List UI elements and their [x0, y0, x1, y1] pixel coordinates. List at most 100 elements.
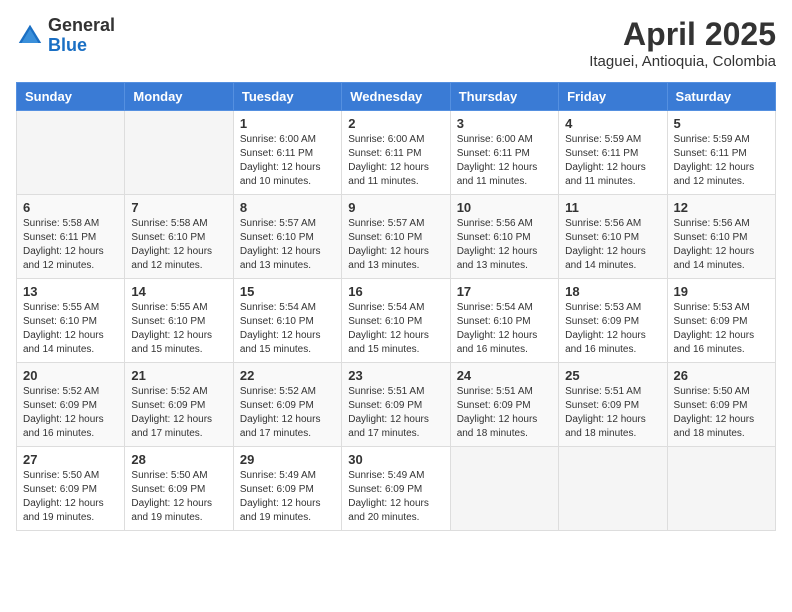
day-number: 29 [240, 452, 335, 467]
weekday-header-saturday: Saturday [667, 83, 775, 111]
day-cell: 16Sunrise: 5:54 AM Sunset: 6:10 PM Dayli… [342, 279, 450, 363]
day-info: Sunrise: 5:53 AM Sunset: 6:09 PM Dayligh… [565, 301, 660, 357]
day-info: Sunrise: 5:58 AM Sunset: 6:11 PM Dayligh… [23, 217, 118, 273]
day-cell [450, 447, 558, 531]
month-year: April 2025 [589, 16, 776, 53]
day-number: 7 [131, 200, 226, 215]
logo-blue-text: Blue [48, 35, 87, 55]
day-number: 19 [674, 284, 769, 299]
day-number: 14 [131, 284, 226, 299]
weekday-header-sunday: Sunday [17, 83, 125, 111]
day-info: Sunrise: 5:49 AM Sunset: 6:09 PM Dayligh… [240, 469, 335, 525]
day-cell: 24 Sunrise: 5:51 AM Sunset: 6:09 PM Dayli… [450, 363, 558, 447]
day-info: Sunrise: 5:52 AM Sunset: 6:09 PM Dayligh… [23, 385, 118, 441]
day-number: 5 [674, 116, 769, 131]
day-cell: 8 Sunrise: 5:57 AM Sunset: 6:10 PM Daylig… [233, 195, 341, 279]
day-number: 8 [240, 200, 335, 215]
day-info: Sunrise: 5:54 AM Sunset: 6:10 PM Dayligh… [457, 301, 552, 357]
day-cell: 9 Sunrise: 5:57 AM Sunset: 6:10 PM Daylig… [342, 195, 450, 279]
day-info: Sunrise: 5:55 AM Sunset: 6:10 PM Dayligh… [23, 301, 118, 357]
day-cell: 18 Sunrise: 5:53 AM Sunset: 6:09 PM Dayli… [559, 279, 667, 363]
day-cell [17, 111, 125, 195]
day-number: 4 [565, 116, 660, 131]
day-cell: 10Sunrise: 5:56 AM Sunset: 6:10 PM Dayli… [450, 195, 558, 279]
week-row-3: 13 Sunrise: 5:55 AM Sunset: 6:10 PM Dayli… [17, 279, 776, 363]
day-info: Sunrise: 5:51 AM Sunset: 6:09 PM Dayligh… [565, 385, 660, 441]
day-info: Sunrise: 5:59 AM Sunset: 6:11 PM Dayligh… [565, 133, 660, 189]
day-info: Sunrise: 6:00 AM Sunset: 6:11 PM Dayligh… [240, 133, 335, 189]
weekday-header-row: SundayMondayTuesdayWednesdayThursdayFrid… [17, 83, 776, 111]
day-number: 25 [565, 368, 660, 383]
day-number: 11 [565, 200, 660, 215]
location: Itaguei, Antioquia, Colombia [589, 53, 776, 70]
day-cell: 23 Sunrise: 5:51 AM Sunset: 6:09 PM Dayli… [342, 363, 450, 447]
day-info: Sunrise: 5:57 AM Sunset: 6:10 PM Dayligh… [348, 217, 443, 273]
day-cell: 7 Sunrise: 5:58 AM Sunset: 6:10 PM Daylig… [125, 195, 233, 279]
day-info: Sunrise: 5:53 AM Sunset: 6:09 PM Dayligh… [674, 301, 769, 357]
day-cell [667, 447, 775, 531]
day-number: 1 [240, 116, 335, 131]
day-info: Sunrise: 5:50 AM Sunset: 6:09 PM Dayligh… [131, 469, 226, 525]
day-cell: 13 Sunrise: 5:55 AM Sunset: 6:10 PM Dayli… [17, 279, 125, 363]
day-cell: 6 Sunrise: 5:58 AM Sunset: 6:11 PM Daylig… [17, 195, 125, 279]
logo-general-text: General [48, 15, 115, 35]
day-number: 22 [240, 368, 335, 383]
day-number: 27 [23, 452, 118, 467]
day-cell: 25 Sunrise: 5:51 AM Sunset: 6:09 PM Dayli… [559, 363, 667, 447]
day-number: 2 [348, 116, 443, 131]
day-number: 17 [457, 284, 552, 299]
day-number: 15 [240, 284, 335, 299]
day-cell: 11 Sunrise: 5:56 AM Sunset: 6:10 PM Dayli… [559, 195, 667, 279]
day-info: Sunrise: 5:50 AM Sunset: 6:09 PM Dayligh… [674, 385, 769, 441]
day-number: 18 [565, 284, 660, 299]
day-info: Sunrise: 5:56 AM Sunset: 6:10 PM Dayligh… [674, 217, 769, 273]
day-info: Sunrise: 5:50 AM Sunset: 6:09 PM Dayligh… [23, 469, 118, 525]
title-area: April 2025 Itaguei, Antioquia, Colombia [589, 16, 776, 70]
day-cell: 21Sunrise: 5:52 AM Sunset: 6:09 PM Dayli… [125, 363, 233, 447]
day-cell: 17 Sunrise: 5:54 AM Sunset: 6:10 PM Dayli… [450, 279, 558, 363]
day-cell: 26Sunrise: 5:50 AM Sunset: 6:09 PM Dayli… [667, 363, 775, 447]
day-cell: 30 Sunrise: 5:49 AM Sunset: 6:09 PM Dayli… [342, 447, 450, 531]
day-number: 24 [457, 368, 552, 383]
day-number: 13 [23, 284, 118, 299]
day-number: 23 [348, 368, 443, 383]
day-cell: 2Sunrise: 6:00 AM Sunset: 6:11 PM Daylig… [342, 111, 450, 195]
day-cell [559, 447, 667, 531]
day-info: Sunrise: 5:59 AM Sunset: 6:11 PM Dayligh… [674, 133, 769, 189]
day-info: Sunrise: 6:00 AM Sunset: 6:11 PM Dayligh… [457, 133, 552, 189]
day-number: 28 [131, 452, 226, 467]
week-row-4: 20Sunrise: 5:52 AM Sunset: 6:09 PM Dayli… [17, 363, 776, 447]
day-cell: 27 Sunrise: 5:50 AM Sunset: 6:09 PM Dayli… [17, 447, 125, 531]
day-info: Sunrise: 5:54 AM Sunset: 6:10 PM Dayligh… [348, 301, 443, 357]
day-cell: 3 Sunrise: 6:00 AM Sunset: 6:11 PM Daylig… [450, 111, 558, 195]
day-number: 21 [131, 368, 226, 383]
day-info: Sunrise: 5:57 AM Sunset: 6:10 PM Dayligh… [240, 217, 335, 273]
day-cell: 14 Sunrise: 5:55 AM Sunset: 6:10 PM Dayli… [125, 279, 233, 363]
day-cell [125, 111, 233, 195]
logo-text: General Blue [48, 16, 115, 56]
day-cell: 15 Sunrise: 5:54 AM Sunset: 6:10 PM Dayli… [233, 279, 341, 363]
header: General Blue April 2025 Itaguei, Antioqu… [16, 16, 776, 70]
day-info: Sunrise: 5:55 AM Sunset: 6:10 PM Dayligh… [131, 301, 226, 357]
day-number: 12 [674, 200, 769, 215]
day-info: Sunrise: 5:54 AM Sunset: 6:10 PM Dayligh… [240, 301, 335, 357]
day-info: Sunrise: 5:49 AM Sunset: 6:09 PM Dayligh… [348, 469, 443, 525]
day-info: Sunrise: 5:51 AM Sunset: 6:09 PM Dayligh… [348, 385, 443, 441]
day-number: 6 [23, 200, 118, 215]
weekday-header-friday: Friday [559, 83, 667, 111]
day-number: 9 [348, 200, 443, 215]
day-cell: 12 Sunrise: 5:56 AM Sunset: 6:10 PM Dayli… [667, 195, 775, 279]
day-info: Sunrise: 5:56 AM Sunset: 6:10 PM Dayligh… [565, 217, 660, 273]
day-cell: 28 Sunrise: 5:50 AM Sunset: 6:09 PM Dayli… [125, 447, 233, 531]
day-info: Sunrise: 5:52 AM Sunset: 6:09 PM Dayligh… [240, 385, 335, 441]
weekday-header-monday: Monday [125, 83, 233, 111]
day-number: 3 [457, 116, 552, 131]
day-cell: 19 Sunrise: 5:53 AM Sunset: 6:09 PM Dayli… [667, 279, 775, 363]
day-info: Sunrise: 5:51 AM Sunset: 6:09 PM Dayligh… [457, 385, 552, 441]
day-info: Sunrise: 5:58 AM Sunset: 6:10 PM Dayligh… [131, 217, 226, 273]
weekday-header-thursday: Thursday [450, 83, 558, 111]
day-info: Sunrise: 5:56 AM Sunset: 6:10 PM Dayligh… [457, 217, 552, 273]
week-row-5: 27 Sunrise: 5:50 AM Sunset: 6:09 PM Dayli… [17, 447, 776, 531]
day-number: 30 [348, 452, 443, 467]
logo-icon [16, 22, 44, 50]
